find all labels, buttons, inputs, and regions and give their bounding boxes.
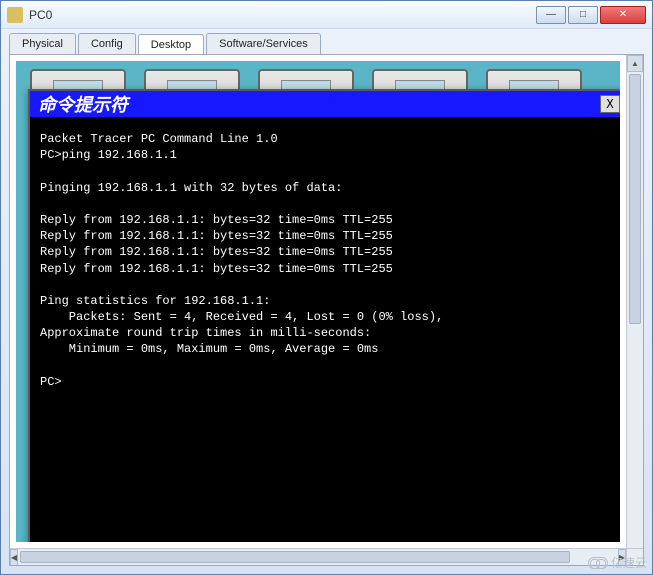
- close-icon: ✕: [619, 9, 627, 20]
- scroll-up-button[interactable]: ▲: [627, 55, 643, 72]
- horizontal-scrollbar[interactable]: ◀ ▶: [10, 548, 626, 565]
- scroll-track-horizontal[interactable]: [18, 549, 618, 565]
- minimize-icon: —: [546, 9, 556, 20]
- app-icon: [7, 7, 23, 23]
- window-controls: — □ ✕: [534, 6, 646, 24]
- chevron-up-icon: ▲: [631, 59, 639, 68]
- chevron-right-icon: ▶: [619, 553, 625, 562]
- scroll-left-button[interactable]: ◀: [10, 549, 18, 566]
- scroll-right-button[interactable]: ▶: [618, 549, 626, 566]
- close-button[interactable]: ✕: [600, 6, 646, 24]
- maximize-icon: □: [580, 9, 586, 20]
- vertical-scrollbar[interactable]: ▲ ▼: [626, 55, 643, 565]
- command-prompt-title: 命令提示符: [38, 91, 600, 117]
- content-viewport: 命令提示符 X Packet Tracer PC Command Line 1.…: [10, 55, 626, 548]
- scroll-thumb-vertical[interactable]: [629, 74, 641, 324]
- scroll-track-vertical[interactable]: [627, 72, 643, 548]
- chevron-left-icon: ◀: [11, 553, 17, 562]
- command-prompt-close-button[interactable]: X: [600, 95, 620, 113]
- content-panel: 命令提示符 X Packet Tracer PC Command Line 1.…: [9, 54, 644, 566]
- command-prompt-output[interactable]: Packet Tracer PC Command Line 1.0 PC>pin…: [30, 117, 620, 542]
- titlebar[interactable]: PC0 — □ ✕: [1, 1, 652, 29]
- tab-physical[interactable]: Physical: [9, 33, 76, 54]
- maximize-button[interactable]: □: [568, 6, 598, 24]
- tab-software-services[interactable]: Software/Services: [206, 33, 321, 54]
- application-window: PC0 — □ ✕ Physical Config Desktop Softwa…: [0, 0, 653, 575]
- close-icon: X: [606, 97, 613, 111]
- scroll-thumb-horizontal[interactable]: [20, 551, 570, 563]
- window-title: PC0: [29, 8, 534, 22]
- command-prompt-titlebar[interactable]: 命令提示符 X: [30, 91, 620, 117]
- command-prompt-window[interactable]: 命令提示符 X Packet Tracer PC Command Line 1.…: [28, 89, 620, 542]
- scrollbar-corner: [626, 548, 643, 565]
- tab-config[interactable]: Config: [78, 33, 136, 54]
- tab-bar: Physical Config Desktop Software/Service…: [1, 29, 652, 54]
- minimize-button[interactable]: —: [536, 6, 566, 24]
- tab-desktop[interactable]: Desktop: [138, 34, 204, 55]
- desktop-background: 命令提示符 X Packet Tracer PC Command Line 1.…: [16, 61, 620, 542]
